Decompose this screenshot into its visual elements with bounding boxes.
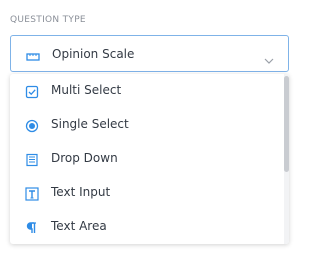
option-text-input[interactable]: Text Input — [10, 176, 282, 210]
scrollbar[interactable] — [284, 74, 289, 244]
option-multi-select[interactable]: Multi Select — [10, 74, 282, 108]
option-text-area[interactable]: Text Area — [10, 210, 282, 244]
checkbox-icon — [25, 84, 39, 99]
option-label: Text Input — [51, 185, 111, 199]
option-label: Drop Down — [51, 151, 118, 165]
selected-value: Opinion Scale — [52, 47, 135, 61]
option-single-select[interactable]: Single Select — [10, 108, 282, 142]
opinion-scale-icon — [26, 48, 40, 61]
text-input-icon — [25, 186, 39, 201]
option-label: Single Select — [51, 117, 129, 131]
radio-icon — [25, 118, 39, 133]
chevron-down-icon[interactable] — [264, 50, 274, 64]
option-drop-down[interactable]: Drop Down — [10, 142, 282, 176]
paragraph-icon — [25, 220, 39, 234]
question-type-select[interactable]: Opinion Scale — [10, 35, 289, 72]
option-label: Multi Select — [51, 83, 122, 97]
dropdown-list-icon — [25, 152, 39, 167]
scrollbar-thumb[interactable] — [284, 76, 289, 172]
option-label: Text Area — [51, 219, 107, 233]
dropdown-menu: Multi Select Single Select Drop Down Tex… — [10, 74, 289, 244]
question-type-label: QUESTION TYPE — [10, 15, 86, 25]
